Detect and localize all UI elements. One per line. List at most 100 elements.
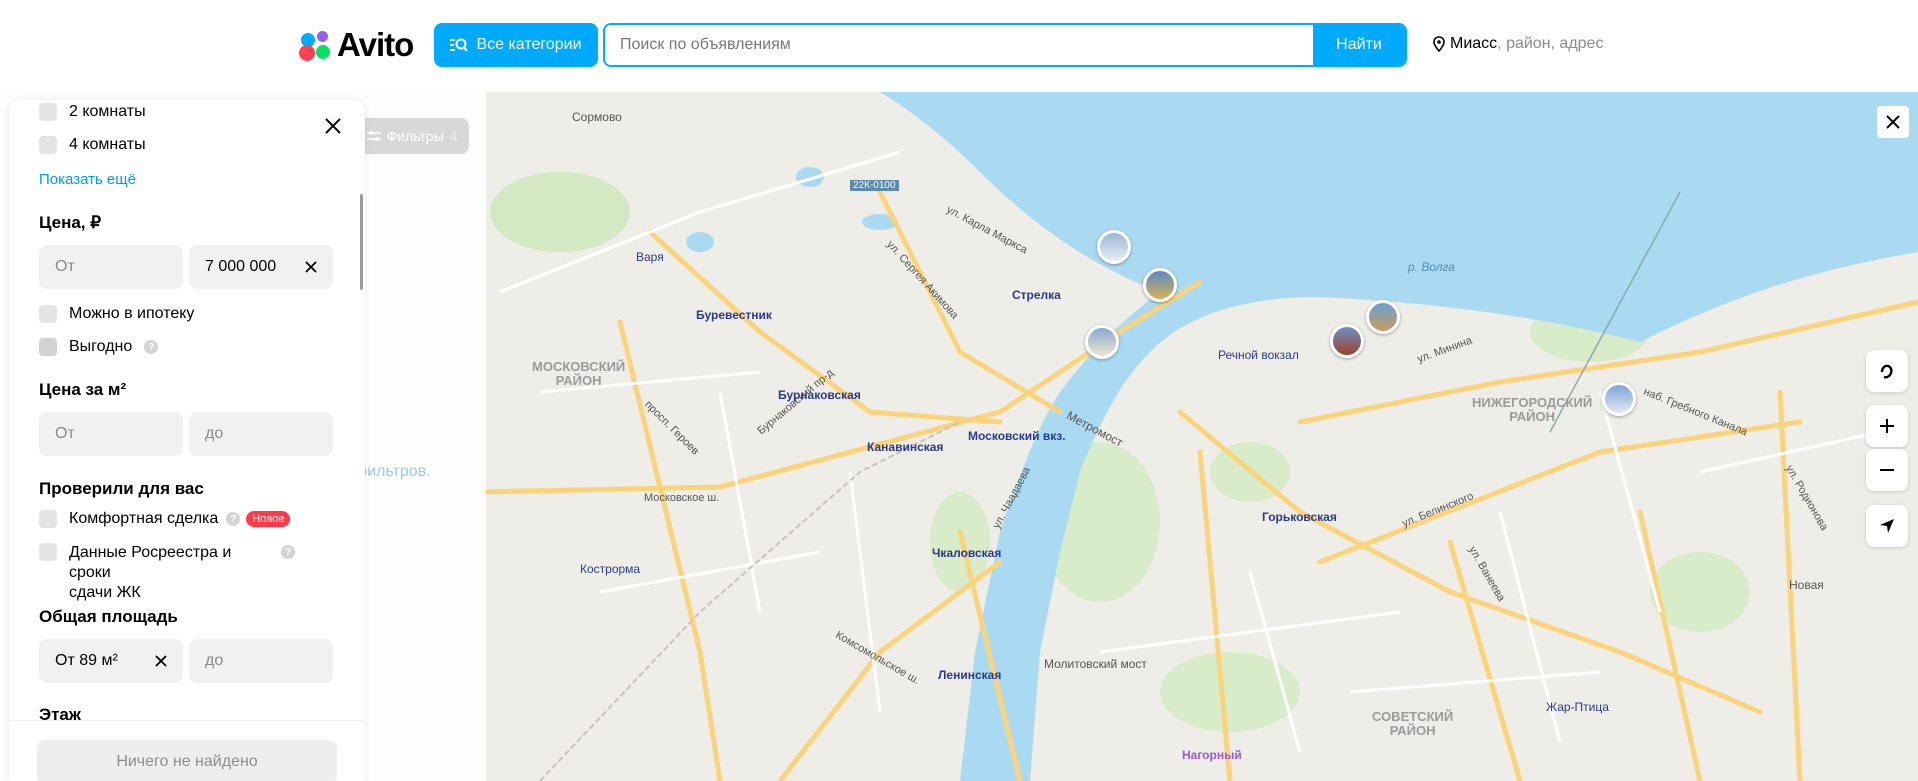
location-city: Миасс xyxy=(1450,35,1498,52)
area-to-field[interactable]: до xyxy=(189,639,333,683)
zoom-in-button[interactable] xyxy=(1866,405,1908,447)
price-from-field[interactable]: От xyxy=(39,245,183,289)
show-more-link[interactable]: Показать ещё xyxy=(39,171,136,188)
filters-button[interactable]: Фильтры 4 xyxy=(355,118,469,154)
room-option-label: 2 комнаты xyxy=(69,103,146,120)
search-input[interactable] xyxy=(605,25,1313,65)
price-per-m2-title: Цена за м² xyxy=(39,380,127,399)
map-label-road-22k: 22К-0100 xyxy=(850,180,899,191)
rosreestr-option[interactable]: Данные Росреестра и сроки сдачи ЖК ? xyxy=(39,543,295,603)
map-label-novaya: Новая xyxy=(1789,578,1824,592)
map-close-button[interactable] xyxy=(1877,106,1909,138)
filters-close-button[interactable] xyxy=(321,114,345,138)
map-label-rechnoy-vokzal: Речной вокзал xyxy=(1218,348,1299,362)
help-icon[interactable]: ? xyxy=(144,340,159,354)
map-label-nagorny: Нагорный xyxy=(1182,748,1242,762)
logo-text: Avito xyxy=(337,26,414,63)
room-option-2[interactable]: 2 комнаты xyxy=(39,103,146,121)
close-icon xyxy=(1886,115,1900,129)
area-title: Общая площадь xyxy=(39,607,178,626)
clear-icon[interactable] xyxy=(153,653,169,669)
price-m2-from-field[interactable]: От xyxy=(39,412,183,456)
location-selector[interactable]: Миасс, район, адрес xyxy=(1433,35,1603,53)
avito-logo[interactable]: Avito xyxy=(299,26,414,64)
help-icon[interactable]: ? xyxy=(281,545,295,559)
district-nizhegorodsky: НИЖЕГОРОДСКИЙ РАЙОН xyxy=(1472,395,1593,424)
price-from-placeholder: От xyxy=(55,258,75,275)
draw-area-button[interactable] xyxy=(1866,350,1908,392)
hand-draw-icon xyxy=(1880,364,1893,379)
checkbox[interactable] xyxy=(39,543,57,561)
checkbox[interactable] xyxy=(39,305,57,323)
price-m2-to-placeholder: до xyxy=(205,425,224,442)
landmark-photo-pin[interactable] xyxy=(1366,300,1400,334)
area-to-placeholder: до xyxy=(205,652,224,669)
map-label-zhar-ptitsa: Жар-Птица xyxy=(1546,700,1609,714)
landmark-photo-pin[interactable] xyxy=(1143,268,1177,302)
metro-chkalovskaya: Чкаловская xyxy=(932,546,1002,560)
all-categories-button[interactable]: Все категории xyxy=(434,23,598,67)
minus-icon xyxy=(1880,469,1894,471)
checkbox[interactable] xyxy=(39,136,57,154)
price-title: Цена, ₽ xyxy=(39,213,102,232)
location-placeholder: , район, адрес xyxy=(1497,35,1604,52)
mortgage-option[interactable]: Можно в ипотеку xyxy=(39,305,194,323)
filters-count: 4 xyxy=(449,128,458,144)
map-label-sormovo: Сормово xyxy=(572,110,622,124)
price-m2-from-placeholder: От xyxy=(55,425,75,442)
price-to-value: 7 000 000 xyxy=(205,258,277,275)
room-option-4[interactable]: 4 комнаты xyxy=(39,136,146,154)
search-bar: Найти xyxy=(603,23,1407,67)
street-moskovskoe: Московское ш. xyxy=(644,492,720,504)
metro-gorkovskaya: Горьковская xyxy=(1262,510,1337,524)
search-button[interactable]: Найти xyxy=(1313,25,1405,65)
area-from-value: От 89 м² xyxy=(55,652,118,669)
map-label-volga: р. Волга xyxy=(1408,260,1455,274)
help-icon[interactable]: ? xyxy=(226,512,241,526)
checkbox[interactable] xyxy=(39,338,57,356)
close-icon xyxy=(325,118,341,134)
metro-strelka: Стрелка xyxy=(1012,288,1061,302)
plus-icon xyxy=(1880,419,1894,433)
sliders-icon xyxy=(366,131,381,141)
map-label-varya: Варя xyxy=(636,250,664,264)
zoom-out-button[interactable] xyxy=(1866,449,1908,491)
filters-scrollbar[interactable] xyxy=(360,194,363,290)
landmark-photo-pin[interactable] xyxy=(1097,230,1131,264)
metro-kanavinskaya: Канавинская xyxy=(867,440,944,454)
district-moskovsky: МОСКОВСКИЙ РАЙОН xyxy=(532,359,626,388)
clear-icon[interactable] xyxy=(303,259,319,275)
metro-leninskaya: Ленинская xyxy=(938,668,1002,682)
landmark-photo-pin[interactable] xyxy=(1602,382,1636,416)
price-m2-to-field[interactable]: до xyxy=(189,412,333,456)
metro-moskovsky-vokzal: Московский вкз. xyxy=(968,429,1066,443)
navigation-arrow-icon xyxy=(1880,519,1894,533)
comfort-deal-label: Комфортная сделка xyxy=(69,510,219,527)
show-results-button[interactable]: Ничего не найдено xyxy=(37,740,337,781)
site-header: Avito Все категории Найти Миасс, район, … xyxy=(0,0,1918,92)
new-badge: Новое xyxy=(246,511,291,527)
checkbox[interactable] xyxy=(39,103,57,121)
metro-burevestnik: Буревестник xyxy=(696,308,772,322)
price-to-field[interactable]: 7 000 000 xyxy=(189,245,333,289)
landmark-photo-pin[interactable] xyxy=(1330,324,1364,358)
verified-title: Проверили для вас xyxy=(39,479,204,498)
rosreestr-label: Данные Росреестра и сроки сдачи ЖК xyxy=(69,543,269,603)
district-sovetsky: СОВЕТСКИЙ РАЙОН xyxy=(1372,709,1454,738)
filters-button-label: Фильтры xyxy=(386,128,444,144)
all-categories-label: Все категории xyxy=(476,36,582,53)
profitable-option[interactable]: Выгодно ? xyxy=(39,338,159,356)
comfort-deal-option[interactable]: Комфортная сделка ? Новое xyxy=(39,510,291,528)
location-pin-icon xyxy=(1433,36,1445,52)
map-label-molitovsky-most: Молитовский мост xyxy=(1044,657,1147,671)
mortgage-label: Можно в ипотеку xyxy=(69,305,195,322)
background-hint-text: фильтров. xyxy=(354,463,431,480)
my-location-button[interactable] xyxy=(1866,505,1908,547)
area-from-field[interactable]: От 89 м² xyxy=(39,639,183,683)
checkbox[interactable] xyxy=(39,510,57,528)
logo-dots-icon xyxy=(299,29,333,61)
room-option-label: 4 комнаты xyxy=(69,136,146,153)
rosreestr-label-line1: Данные Росреестра и сроки xyxy=(69,544,232,581)
landmark-photo-pin[interactable] xyxy=(1085,325,1119,359)
map-label-kostrorma: Кострорма xyxy=(580,562,641,576)
